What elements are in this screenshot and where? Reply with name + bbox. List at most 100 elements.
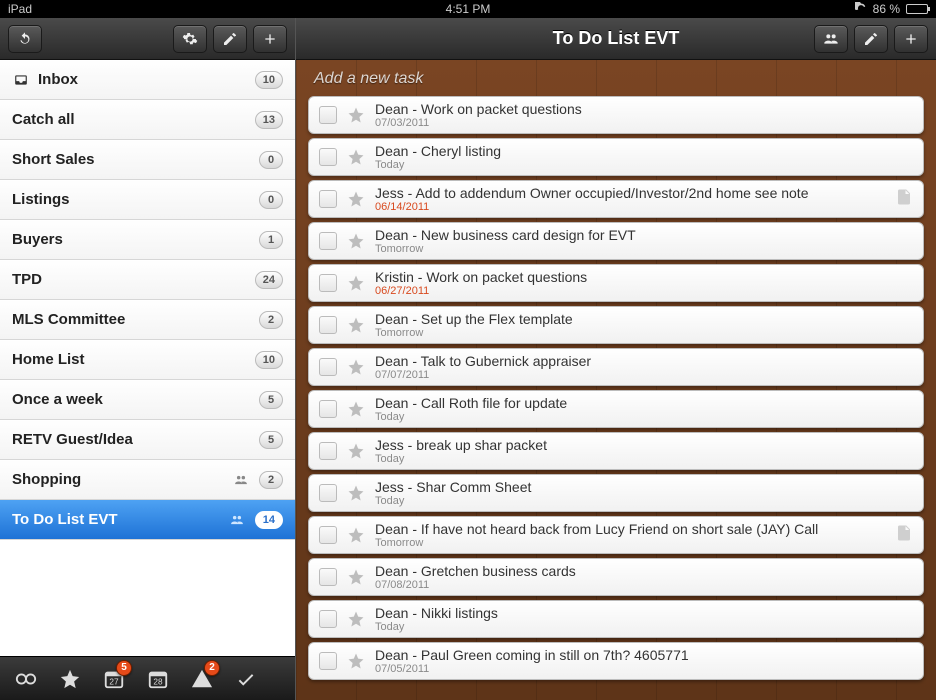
sidebar-item-label: TPD [12, 271, 247, 288]
task-row[interactable]: Jess - break up shar packetToday [308, 432, 924, 470]
star-icon[interactable] [347, 358, 365, 376]
sidebar-item[interactable]: Home List10 [0, 340, 295, 380]
add-list-button[interactable] [253, 25, 287, 53]
task-checkbox[interactable] [319, 274, 337, 292]
task-row[interactable]: Dean - If have not heard back from Lucy … [308, 516, 924, 554]
today-icon[interactable]: 275 [94, 662, 134, 696]
task-body: Dean - Call Roth file for updateToday [375, 395, 913, 423]
settings-button[interactable] [173, 25, 207, 53]
task-body: Dean - Paul Green coming in still on 7th… [375, 647, 913, 675]
task-title: Dean - Talk to Gubernick appraiser [375, 353, 913, 369]
badge: 5 [116, 660, 132, 676]
sidebar-item-label: To Do List EVT [12, 511, 219, 528]
count-pill: 1 [259, 231, 283, 249]
status-bar: iPad 4:51 PM 86 % [0, 0, 936, 18]
star-icon[interactable] [347, 526, 365, 544]
star-icon[interactable] [347, 442, 365, 460]
star-icon[interactable] [347, 316, 365, 334]
edit-list-button[interactable] [854, 25, 888, 53]
all-icon[interactable] [6, 662, 46, 696]
sidebar-item[interactable]: Listings0 [0, 180, 295, 220]
task-row[interactable]: Dean - Cheryl listingToday [308, 138, 924, 176]
task-row[interactable]: Dean - New business card design for EVTT… [308, 222, 924, 260]
refresh-button[interactable] [8, 25, 42, 53]
task-body: Jess - Add to addendum Owner occupied/In… [375, 185, 885, 213]
done-icon[interactable] [226, 662, 266, 696]
star-icon[interactable] [347, 106, 365, 124]
star-icon[interactable] [347, 232, 365, 250]
task-checkbox[interactable] [319, 148, 337, 166]
sidebar-item-label: Home List [12, 351, 247, 368]
task-row[interactable]: Jess - Add to addendum Owner occupied/In… [308, 180, 924, 218]
task-row[interactable]: Dean - Gretchen business cards07/08/2011 [308, 558, 924, 596]
inbox-icon [12, 73, 30, 87]
task-row[interactable]: Jess - Shar Comm SheetToday [308, 474, 924, 512]
task-row[interactable]: Dean - Work on packet questions07/03/201… [308, 96, 924, 134]
star-icon[interactable] [347, 400, 365, 418]
sidebar-item[interactable]: RETV Guest/Idea5 [0, 420, 295, 460]
task-row[interactable]: Dean - Paul Green coming in still on 7th… [308, 642, 924, 680]
sidebar-item[interactable]: Inbox 10 [0, 60, 295, 100]
task-row[interactable]: Dean - Call Roth file for updateToday [308, 390, 924, 428]
task-body: Dean - Set up the Flex templateTomorrow [375, 311, 913, 339]
task-row[interactable]: Dean - Talk to Gubernick appraiser07/07/… [308, 348, 924, 386]
sidebar-item[interactable]: Catch all13 [0, 100, 295, 140]
task-date: 07/08/2011 [375, 579, 913, 591]
sidebar-item[interactable]: Shopping2 [0, 460, 295, 500]
task-title: Dean - Work on packet questions [375, 101, 913, 117]
task-body: Kristin - Work on packet questions06/27/… [375, 269, 913, 297]
task-checkbox[interactable] [319, 400, 337, 418]
sidebar-item[interactable]: Buyers 1 [0, 220, 295, 260]
task-checkbox[interactable] [319, 232, 337, 250]
task-checkbox[interactable] [319, 526, 337, 544]
task-date: Today [375, 621, 913, 633]
clock: 4:51 PM [446, 2, 491, 16]
sidebar-item[interactable]: Short Sales0 [0, 140, 295, 180]
count-pill: 0 [259, 191, 283, 209]
sidebar-item[interactable]: MLS Committee2 [0, 300, 295, 340]
star-icon[interactable] [347, 190, 365, 208]
star-icon[interactable] [347, 148, 365, 166]
sidebar-item[interactable]: To Do List EVT14 [0, 500, 295, 540]
task-row[interactable]: Dean - Nikki listingsToday [308, 600, 924, 638]
task-checkbox[interactable] [319, 106, 337, 124]
task-checkbox[interactable] [319, 484, 337, 502]
task-checkbox[interactable] [319, 358, 337, 376]
sidebar-item[interactable]: Once a week5 [0, 380, 295, 420]
shared-icon [227, 513, 247, 527]
task-checkbox[interactable] [319, 652, 337, 670]
sidebar: Inbox10Catch all13Short Sales0Listings0B… [0, 18, 296, 700]
task-body: Dean - Talk to Gubernick appraiser07/07/… [375, 353, 913, 381]
overdue-icon[interactable]: 2 [182, 662, 222, 696]
star-icon[interactable] [347, 568, 365, 586]
star-icon[interactable] [347, 610, 365, 628]
count-pill: 5 [259, 431, 283, 449]
sidebar-item-label: Shopping [12, 471, 223, 488]
sidebar-item-label: Inbox [38, 71, 247, 88]
task-checkbox[interactable] [319, 610, 337, 628]
task-checkbox[interactable] [319, 568, 337, 586]
task-checkbox[interactable] [319, 316, 337, 334]
task-title: Dean - New business card design for EVT [375, 227, 913, 243]
add-task-input[interactable]: Add a new task [308, 68, 924, 96]
task-row[interactable]: Dean - Set up the Flex templateTomorrow [308, 306, 924, 344]
tomorrow-icon[interactable]: 28 [138, 662, 178, 696]
starred-icon[interactable] [50, 662, 90, 696]
task-row[interactable]: Kristin - Work on packet questions06/27/… [308, 264, 924, 302]
star-icon[interactable] [347, 484, 365, 502]
count-pill: 10 [255, 71, 283, 89]
task-date: 07/07/2011 [375, 369, 913, 381]
sidebar-item-label: Buyers [12, 231, 251, 248]
sidebar-item[interactable]: TPD24 [0, 260, 295, 300]
star-icon[interactable] [347, 274, 365, 292]
task-date: Today [375, 411, 913, 423]
edit-button[interactable] [213, 25, 247, 53]
task-body: Dean - Nikki listingsToday [375, 605, 913, 633]
share-list-button[interactable] [814, 25, 848, 53]
task-checkbox[interactable] [319, 442, 337, 460]
task-checkbox[interactable] [319, 190, 337, 208]
battery-icon [906, 4, 928, 14]
bottombar: 275282 [0, 656, 295, 700]
add-task-button[interactable] [894, 25, 928, 53]
star-icon[interactable] [347, 652, 365, 670]
